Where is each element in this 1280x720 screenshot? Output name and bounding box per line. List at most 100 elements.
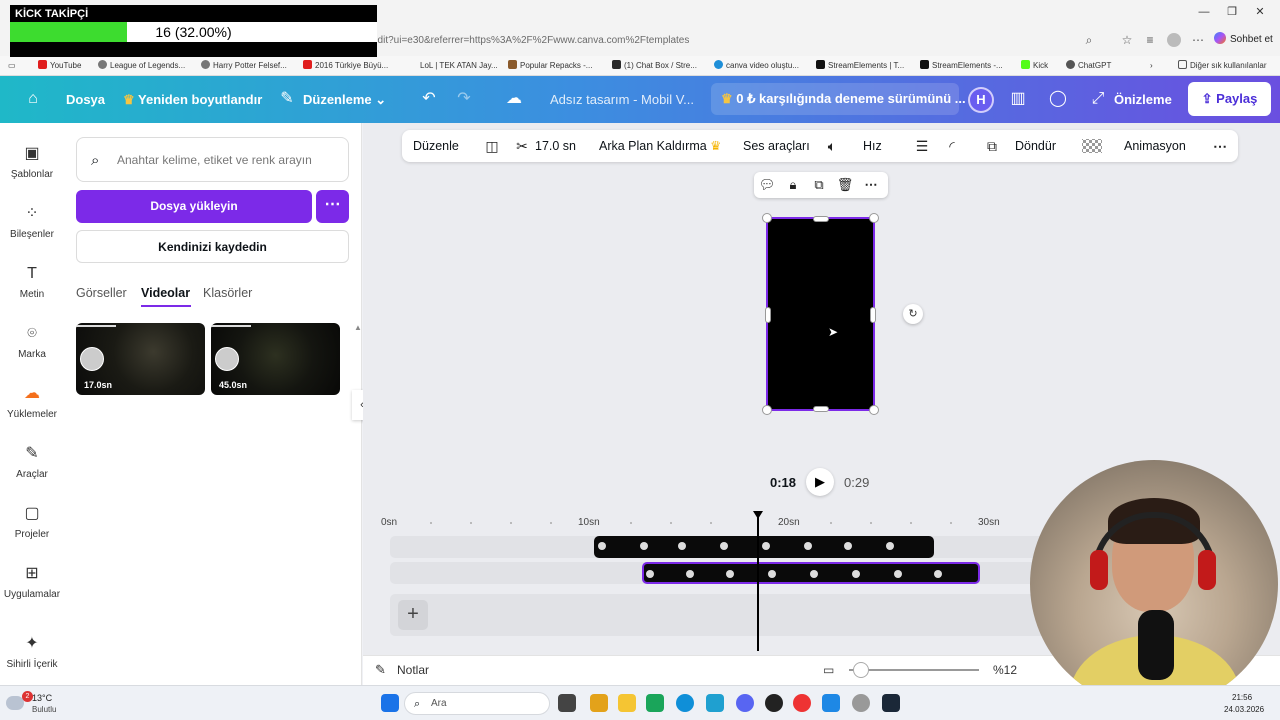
trial-offer-button[interactable]: ♛ 0 ₺ karşılığında deneme sürümünü ... xyxy=(711,83,966,115)
undo-icon[interactable]: ↶ xyxy=(418,88,440,110)
rail-item-elements[interactable]: ⁘ Bileşenler xyxy=(0,203,64,240)
transparency-icon[interactable] xyxy=(1082,139,1102,153)
edge-icon[interactable] xyxy=(676,694,694,712)
insights-icon[interactable]: ▥ xyxy=(1007,88,1029,110)
rail-item-templates[interactable]: ▣ Şablonlar xyxy=(0,143,64,180)
favorite-star-icon[interactable]: ☆ xyxy=(1120,33,1134,47)
corner-rounding-icon[interactable]: ◜ xyxy=(942,130,962,162)
file-explorer-icon[interactable] xyxy=(618,694,636,712)
preview-button[interactable]: Önizleme xyxy=(1114,76,1172,123)
rail-item-text[interactable]: T Metin xyxy=(0,263,64,300)
position-lines-icon[interactable]: ☰ xyxy=(912,130,932,162)
flip-icon[interactable]: ◫ xyxy=(482,130,502,162)
zoom-level[interactable]: %12 xyxy=(993,656,1017,684)
bookmark-item[interactable]: canva video oluştu... xyxy=(714,59,799,73)
speed-button[interactable]: Hız xyxy=(863,130,882,162)
copilot-chat-button[interactable]: Sohbet et xyxy=(1214,30,1276,50)
redo-icon[interactable]: ↷ xyxy=(453,88,475,110)
bookmark-item[interactable]: StreamElements -... xyxy=(920,59,1003,73)
record-yourself-button[interactable]: Kendinizi kaydedin xyxy=(76,230,349,263)
bookmark-item[interactable]: Popular Repacks -... xyxy=(508,59,592,73)
rail-item-brand[interactable]: ⌾ Marka xyxy=(0,323,64,360)
minimize-icon[interactable]: — xyxy=(1190,6,1218,18)
resize-button[interactable]: ♛ Yeniden boyutlandır xyxy=(123,76,262,123)
resize-handle[interactable] xyxy=(765,307,771,323)
bookmarks-menu-icon[interactable]: ▭ xyxy=(8,59,16,73)
bookmark-item[interactable]: Kick xyxy=(1021,59,1048,73)
page-view-icon[interactable]: ▭ xyxy=(823,656,834,684)
crop-icon[interactable]: ⧉ xyxy=(982,130,1002,162)
trim-button[interactable]: 17.0 sn xyxy=(535,130,576,162)
search-input[interactable]: ⌕ Anahtar kelime, etiket ve renk arayın xyxy=(76,137,349,182)
duplicate-icon[interactable]: ⧉ xyxy=(808,172,830,198)
more-options-icon[interactable]: ⋯ xyxy=(1210,130,1230,162)
rotate-button[interactable]: Döndür xyxy=(1015,130,1056,162)
restore-icon[interactable]: ❐ xyxy=(1218,5,1246,18)
resize-handle[interactable] xyxy=(813,216,829,222)
bookmark-item[interactable]: 2016 Türkiye Büyü... xyxy=(303,59,388,73)
app-icon[interactable] xyxy=(822,694,840,712)
settings-icon[interactable] xyxy=(852,694,870,712)
add-clip-button[interactable]: + xyxy=(398,600,428,630)
scroll-up-icon[interactable]: ▲ xyxy=(354,323,362,332)
rail-item-apps[interactable]: ⊞ Uygulamalar xyxy=(0,563,64,600)
discord-icon[interactable] xyxy=(736,694,754,712)
edit-mode-menu[interactable]: Düzenleme ⌄ xyxy=(303,76,386,123)
address-bar[interactable]: edit?ui=e30&referrer=https%3A%2F%2Fwww.c… xyxy=(372,32,1112,50)
more-menu-icon[interactable]: ⋯ xyxy=(1191,33,1205,47)
bookmark-item[interactable]: ChatGPT xyxy=(1066,59,1111,73)
share-button[interactable]: ⇪ Paylaş xyxy=(1188,82,1271,116)
bookmark-item[interactable]: Harry Potter Felsef... xyxy=(201,59,287,73)
background-remover-button[interactable]: Arka Plan Kaldırma ♛ xyxy=(599,130,721,162)
zoom-slider-handle[interactable] xyxy=(853,662,869,678)
obs-icon[interactable] xyxy=(765,694,783,712)
app-icon[interactable] xyxy=(646,694,664,712)
clock-date[interactable]: 24.03.2026 xyxy=(1224,705,1264,714)
steam-icon[interactable] xyxy=(882,694,900,712)
notes-button[interactable]: Notlar xyxy=(397,656,429,684)
upload-more-button[interactable]: ⋯ xyxy=(316,190,349,223)
animation-button[interactable]: Animasyon xyxy=(1124,130,1186,162)
comment-add-icon[interactable]: 💬︎ xyxy=(756,172,778,198)
chevron-right-icon[interactable]: › xyxy=(1150,59,1153,73)
video-thumbnail[interactable]: 45.0sn xyxy=(211,323,340,395)
rail-item-uploads[interactable]: ☁ Yüklemeler xyxy=(0,383,64,420)
user-avatar[interactable]: H xyxy=(968,87,994,113)
resize-handle[interactable] xyxy=(762,405,772,415)
bookmark-item[interactable]: League of Legends... xyxy=(98,59,185,73)
resize-handle[interactable] xyxy=(813,406,829,412)
favorites-icon[interactable]: ≡ xyxy=(1143,33,1157,47)
bookmark-item[interactable]: (1) Chat Box / Stre... xyxy=(612,59,697,73)
video-thumbnail[interactable]: 17.0sn xyxy=(76,323,205,395)
document-title[interactable]: Adsız tasarım - Mobil V... xyxy=(550,76,694,123)
lock-icon[interactable]: 🔒︎ xyxy=(782,172,804,198)
bookmark-item[interactable]: StreamElements | T... xyxy=(816,59,904,73)
other-bookmarks[interactable]: Diğer sık kullanılanlar xyxy=(1178,59,1266,73)
resize-handle[interactable] xyxy=(869,213,879,223)
play-button[interactable]: ▶ xyxy=(806,468,834,496)
cloud-save-icon[interactable]: ☁ xyxy=(503,88,525,110)
tab-videos[interactable]: Videolar xyxy=(141,286,190,300)
bookmark-item[interactable]: LoL | TEK ATAN Jay... xyxy=(420,59,498,73)
audio-tools-button[interactable]: Ses araçları xyxy=(743,130,810,162)
weather-widget[interactable]: 2 13°C Bulutlu xyxy=(6,691,76,717)
app-icon[interactable] xyxy=(706,694,724,712)
tab-images[interactable]: Görseller xyxy=(76,286,127,300)
zoom-icon[interactable]: ⌕ xyxy=(1082,33,1096,47)
resize-handle[interactable] xyxy=(762,213,772,223)
taskbar-search[interactable]: ⌕ Ara xyxy=(404,692,550,715)
trash-icon[interactable]: 🗑︎ xyxy=(834,172,856,198)
task-view-icon[interactable] xyxy=(558,694,576,712)
playhead[interactable] xyxy=(757,513,759,651)
copilot-app-icon[interactable] xyxy=(590,694,608,712)
resize-handle[interactable] xyxy=(869,405,879,415)
video-clip-selected[interactable] xyxy=(642,562,980,584)
video-clip[interactable] xyxy=(594,536,934,558)
resize-handle[interactable] xyxy=(870,307,876,323)
file-menu[interactable]: Dosya xyxy=(66,76,105,123)
design-page[interactable]: ➤ xyxy=(762,213,879,415)
chrome-icon[interactable] xyxy=(793,694,811,712)
upload-file-button[interactable]: Dosya yükleyin xyxy=(76,190,312,223)
clock-time[interactable]: 21:56 xyxy=(1232,693,1252,702)
windows-start-icon[interactable] xyxy=(381,694,399,712)
